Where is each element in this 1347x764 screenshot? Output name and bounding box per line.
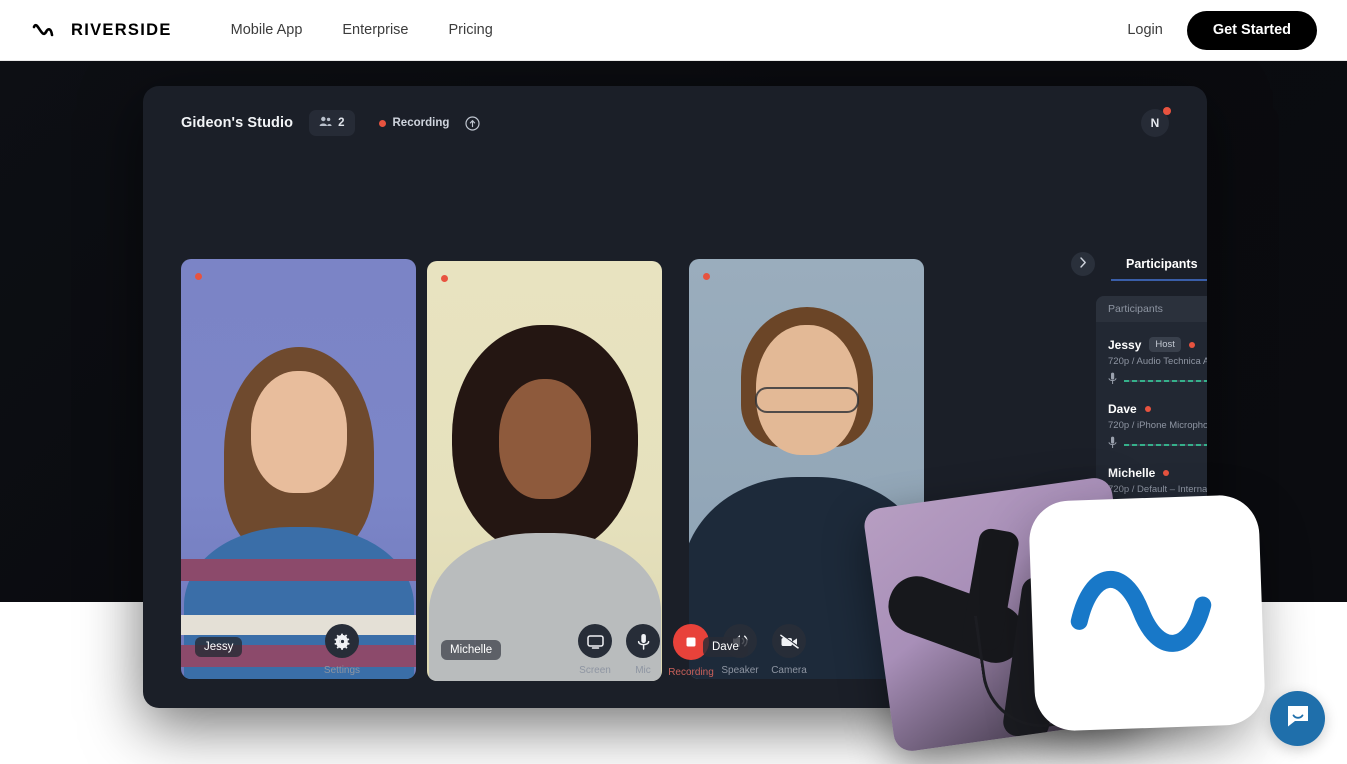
decor-stripe — [181, 559, 416, 581]
participant-name: Jessy — [1108, 337, 1142, 352]
avatar-status-badge — [1163, 107, 1171, 115]
nav-actions: Login Get Started — [1127, 10, 1317, 50]
participant-mic-level-slider[interactable] — [1108, 436, 1207, 454]
participant-device: 720p / Audio Technica ATR2100-X — [1108, 356, 1207, 367]
tile-name-label: Dave — [703, 637, 748, 657]
level-track — [1124, 440, 1207, 450]
nav-link-mobile-app[interactable]: Mobile App — [231, 22, 303, 38]
participant-device: 720p / Default – Internal Microphone (Bu… — [1108, 484, 1207, 495]
participant-mic-level-slider[interactable] — [1108, 372, 1207, 390]
floating-app-logo-card — [1028, 494, 1266, 732]
video-feed-jessy — [181, 259, 416, 679]
participant-row[interactable]: Jessy Host ••• 720p / Audio Technica ATR… — [1108, 326, 1207, 390]
participant-count-badge[interactable]: 2 — [309, 110, 355, 136]
upload-info-icon[interactable] — [465, 115, 480, 131]
toolbar-camera[interactable]: Camera — [754, 624, 824, 676]
user-avatar[interactable]: N — [1141, 107, 1171, 137]
intercom-launcher-button[interactable] — [1270, 691, 1325, 746]
microphone-icon — [1108, 372, 1117, 390]
studio-header: Gideon's Studio 2 Recording N — [143, 86, 1207, 160]
decor-glasses — [754, 387, 859, 413]
track-green-fill — [1124, 380, 1207, 382]
top-navigation-bar: RIVERSIDE Mobile App Enterprise Pricing … — [0, 0, 1347, 61]
nav-links: Mobile App Enterprise Pricing — [231, 22, 493, 38]
tab-participants[interactable]: Participants — [1126, 257, 1198, 271]
participants-panel-header: Participants — [1096, 296, 1207, 322]
collapse-panel-button[interactable] — [1071, 252, 1095, 276]
participant-name: Dave — [1108, 401, 1137, 416]
monitor-icon — [578, 624, 612, 658]
brand-logo[interactable]: RIVERSIDE — [32, 21, 172, 40]
participant-count-value: 2 — [338, 117, 345, 129]
login-link[interactable]: Login — [1127, 22, 1162, 38]
waveform-logo-icon — [32, 22, 62, 39]
microphone-icon — [1108, 436, 1117, 454]
recording-dot-icon — [378, 119, 386, 127]
people-icon — [319, 114, 332, 132]
studio-title: Gideon's Studio — [181, 115, 294, 131]
side-panel-tabs: Participants Chat — [1071, 246, 1207, 282]
recording-status-label: Recording — [392, 117, 450, 129]
decor-face — [498, 379, 591, 499]
tile-recording-dot-icon — [195, 273, 202, 280]
page-root: RIVERSIDE Mobile App Enterprise Pricing … — [0, 0, 1347, 764]
participant-recording-dot-icon — [1188, 341, 1195, 348]
nav-link-pricing[interactable]: Pricing — [448, 22, 492, 38]
participant-recording-dot-icon — [1144, 405, 1151, 412]
get-started-button[interactable]: Get Started — [1186, 10, 1317, 50]
participant-device: 720p / iPhone Microphone — [1108, 420, 1207, 431]
track-green-fill — [1124, 444, 1207, 446]
toolbar-settings-label: Settings — [323, 665, 361, 676]
gear-icon — [325, 624, 359, 658]
participant-row[interactable]: Dave ••• 720p / iPhone Microphone — [1108, 390, 1207, 454]
participant-recording-dot-icon — [1163, 469, 1170, 476]
brand-name: RIVERSIDE — [71, 20, 172, 39]
video-tile-michelle[interactable]: Michelle — [427, 261, 662, 681]
host-badge: Host — [1149, 337, 1181, 352]
chat-bubble-smile-icon — [1285, 703, 1311, 734]
level-track — [1124, 376, 1207, 386]
video-tile-jessy[interactable]: Jessy — [181, 259, 416, 679]
chevron-right-icon — [1079, 255, 1087, 273]
tile-recording-dot-icon — [703, 273, 710, 280]
camera-off-icon — [772, 624, 806, 658]
microphone-icon — [626, 624, 660, 658]
participant-name: Michelle — [1108, 465, 1156, 480]
nav-link-enterprise[interactable]: Enterprise — [342, 22, 408, 38]
tile-name-label: Jessy — [195, 637, 243, 657]
toolbar-settings[interactable]: Settings — [307, 624, 377, 676]
avatar-initial: N — [1150, 116, 1160, 130]
decor-face — [250, 371, 347, 493]
tile-name-label: Michelle — [441, 640, 502, 660]
video-feed-michelle — [427, 261, 662, 681]
riverside-wave-logo-icon — [1065, 548, 1229, 679]
tile-recording-dot-icon — [441, 275, 448, 282]
active-tab-underline — [1111, 279, 1207, 281]
recording-status: Recording — [378, 117, 450, 129]
toolbar-camera-label: Camera — [771, 665, 807, 676]
